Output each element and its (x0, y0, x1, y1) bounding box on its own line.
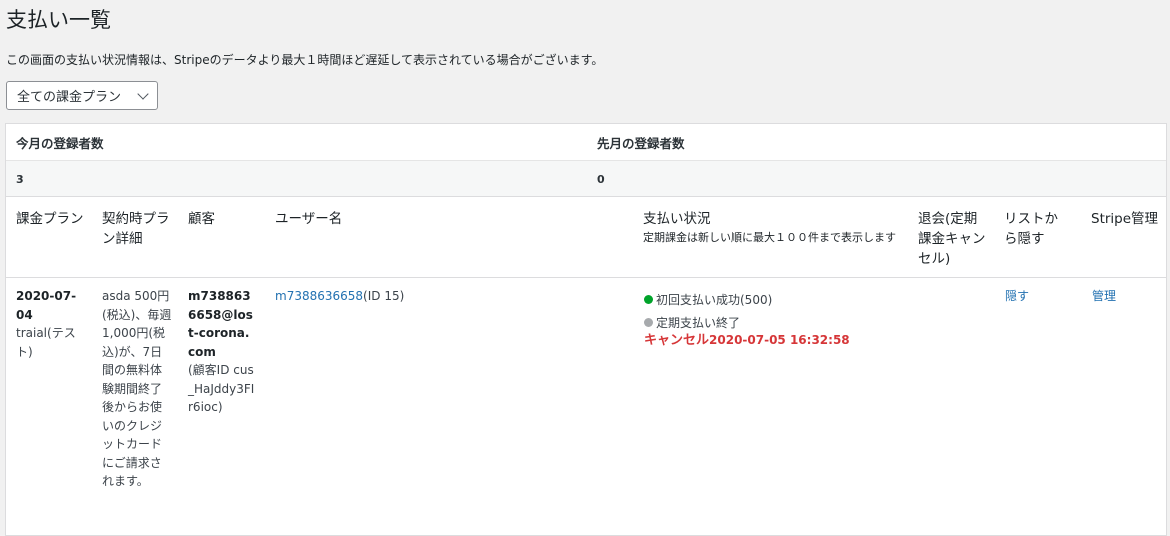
chevron-down-icon (137, 87, 149, 100)
header-cancel: 退会(定期課金キャンセル) (918, 211, 986, 267)
hide-link[interactable]: 隠す (1005, 287, 1029, 306)
cancel-info: キャンセル2020-07-05 16:32:58 (644, 331, 904, 351)
customer-email: m7388636658@lost-corona.com (188, 289, 253, 359)
ended-dot-icon (644, 317, 653, 327)
cell-plan-detail: asda 500円(税込)、毎週 1,000円(税込)が、7日間の無料体験期間終… (102, 289, 172, 488)
status-initial-text: 初回支払い成功(500) (656, 293, 773, 307)
cancel-label: キャンセル (644, 333, 710, 348)
header-hide: リストから隠す (1004, 211, 1058, 247)
header-status-note: 定期課金は新しい順に最大１００件まで表示します (643, 231, 896, 244)
cell-customer: m7388636658@lost-corona.com (顧客ID cus_Ha… (188, 287, 256, 417)
header-plan-detail: 契約時プラン詳細 (102, 211, 170, 247)
plan-filter-select[interactable]: 全ての課金プラン (6, 81, 158, 110)
header-plan: 課金プラン (16, 211, 84, 227)
payments-table: 課金プラン 契約時プラン詳細 顧客 ユーザー名 支払い状況 定期課金は新しい順に… (5, 196, 1167, 536)
registration-stats: 今月の登録者数 先月の登録者数 3 0 (5, 123, 1167, 198)
delay-notice: この画面の支払い状況情報は、Stripeのデータより最大１時間ほど遅延して表示さ… (6, 53, 604, 67)
header-username: ユーザー名 (275, 211, 343, 227)
success-dot-icon (644, 295, 653, 304)
header-status: 支払い状況 定期課金は新しい順に最大１００件まで表示します (643, 209, 898, 247)
this-month-value: 3 (16, 172, 24, 186)
username-id: (ID 15) (363, 289, 405, 303)
customer-id: (顧客ID cus_HaJddy3FIr6ioc) (188, 363, 255, 414)
plan-name: traial(テスト) (16, 326, 76, 359)
manage-link[interactable]: 管理 (1092, 287, 1116, 306)
this-month-label: 今月の登録者数 (16, 135, 104, 151)
status-initial: 初回支払い成功(500) (644, 291, 904, 310)
status-recurring: 定期支払い終了 (644, 314, 904, 333)
table-header: 課金プラン 契約時プラン詳細 顧客 ユーザー名 支払い状況 定期課金は新しい順に… (6, 197, 1166, 278)
header-stripe: Stripe管理 (1091, 211, 1159, 227)
cell-plan: 2020-07-04 traial(テスト) (16, 287, 84, 361)
page-title: 支払い一覧 (6, 8, 111, 32)
status-recurring-text: 定期支払い終了 (656, 315, 741, 330)
cancel-time: 2020-07-05 16:32:58 (709, 333, 850, 347)
last-month-value: 0 (597, 172, 605, 186)
header-status-label: 支払い状況 (643, 211, 711, 227)
last-month-label: 先月の登録者数 (597, 135, 685, 151)
plan-date: 2020-07-04 (16, 289, 77, 322)
cell-username: m7388636658(ID 15) (275, 287, 615, 306)
username-link[interactable]: m7388636658 (275, 289, 363, 303)
plan-filter-value: 全ての課金プラン (17, 90, 122, 105)
cell-status: 初回支払い成功(500) 定期支払い終了 キャンセル2020-07-05 16:… (644, 291, 904, 351)
header-customer: 顧客 (188, 211, 215, 227)
